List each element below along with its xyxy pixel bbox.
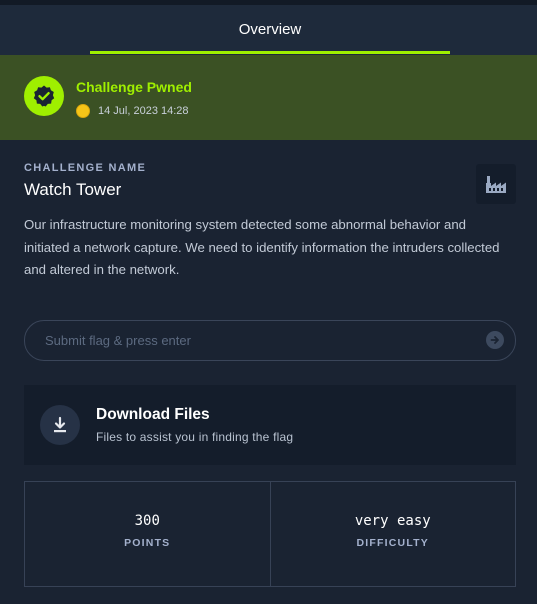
flag-input-container <box>24 320 516 361</box>
points-value: 300 <box>134 513 160 529</box>
download-files-subtitle: Files to assist you in finding the flag <box>96 430 294 444</box>
download-files-title: Download Files <box>96 406 210 423</box>
category-badge[interactable] <box>476 164 516 204</box>
difficulty-label: DIFFICULTY <box>356 537 429 549</box>
tab-overview-label: Overview <box>238 20 302 38</box>
difficulty-stat: very easy DIFFICULTY <box>269 482 516 586</box>
coin-icon <box>76 104 90 118</box>
challenge-name: Watch Tower <box>24 180 122 199</box>
difficulty-value: very easy <box>354 513 431 529</box>
pwned-meta: 14 Jul, 2023 14:28 <box>76 104 189 118</box>
points-stat: 300 POINTS <box>25 482 270 586</box>
pwned-banner: Challenge Pwned 14 Jul, 2023 14:28 <box>0 55 537 140</box>
challenge-stats: 300 POINTS very easy DIFFICULTY <box>24 481 516 587</box>
download-files-button[interactable]: Download Files Files to assist you in fi… <box>24 385 516 465</box>
pwned-status-title: Challenge Pwned <box>76 79 192 95</box>
points-label: POINTS <box>124 537 171 549</box>
verified-check-icon <box>24 76 64 116</box>
active-tab-indicator <box>90 51 450 54</box>
factory-icon <box>486 176 506 193</box>
tab-overview[interactable]: Overview <box>90 5 450 53</box>
flag-input[interactable] <box>45 321 485 360</box>
pwned-timestamp: 14 Jul, 2023 14:28 <box>98 105 189 117</box>
challenge-description: Our infrastructure monitoring system det… <box>24 217 500 277</box>
arrow-right-circle-icon[interactable] <box>486 331 504 349</box>
download-icon <box>40 405 80 445</box>
challenge-name-label: CHALLENGE NAME <box>24 162 147 174</box>
